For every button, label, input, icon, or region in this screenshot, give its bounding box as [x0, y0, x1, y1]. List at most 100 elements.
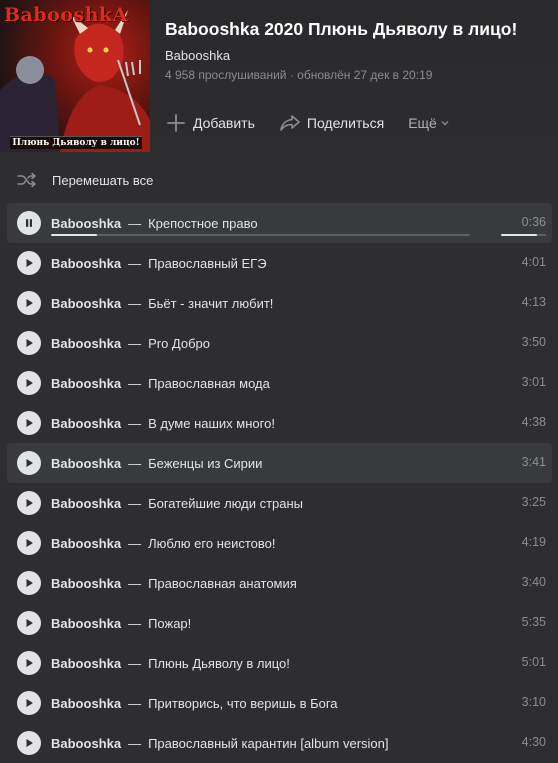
add-button[interactable]: Добавить — [165, 113, 255, 133]
track-title[interactable]: Pro Добро — [148, 336, 210, 351]
play-button[interactable] — [17, 571, 41, 595]
track-row[interactable]: Babooshka — Плюнь Дьяволу в лицо! 5:01 — [7, 643, 552, 683]
track-list: Babooshka — Крепостное право 0:36 Babooshka —… — [0, 203, 558, 763]
track-separator: — — [128, 415, 142, 431]
track-artist-link[interactable]: Babooshka — [51, 616, 121, 631]
track-separator: — — [128, 735, 142, 751]
track-separator: — — [128, 335, 142, 351]
play-icon — [26, 579, 33, 587]
shuffle-all-button[interactable]: Перемешать все — [0, 160, 558, 200]
play-button[interactable] — [17, 491, 41, 515]
track-row[interactable]: Babooshka — Православный ЕГЭ 4:01 — [7, 243, 552, 283]
add-label: Добавить — [193, 115, 255, 131]
track-title[interactable]: Крепостное право — [148, 216, 258, 231]
track-row[interactable]: Babooshka — Православная анатомия 3:40 — [7, 563, 552, 603]
track-artist-link[interactable]: Babooshka — [51, 336, 121, 351]
play-icon — [26, 339, 33, 347]
play-button[interactable] — [17, 371, 41, 395]
track-title[interactable]: Пожар! — [148, 616, 191, 631]
play-button[interactable] — [17, 331, 41, 355]
play-button[interactable] — [17, 611, 41, 635]
track-artist-link[interactable]: Babooshka — [51, 416, 121, 431]
track-title[interactable]: Православная анатомия — [148, 576, 297, 591]
share-button[interactable]: Поделиться — [279, 113, 384, 133]
track-duration: 4:30 — [521, 735, 546, 749]
track-artist-link[interactable]: Babooshka — [51, 736, 121, 751]
track-progress-bar[interactable] — [51, 234, 470, 236]
track-title[interactable]: В думе наших много! — [148, 416, 275, 431]
track-title-line: Babooshka — Пожар! — [51, 616, 191, 631]
track-artist-link[interactable]: Babooshka — [51, 536, 121, 551]
track-artist-link[interactable]: Babooshka — [51, 456, 121, 471]
track-row[interactable]: Babooshka — Беженцы из Сирии 3:41 — [7, 443, 552, 483]
track-separator: — — [128, 695, 142, 711]
track-artist-link[interactable]: Babooshka — [51, 216, 121, 231]
track-title-line: Babooshka — Люблю его неистово! — [51, 536, 276, 551]
track-row[interactable]: Babooshka — Люблю его неистово! 4:19 — [7, 523, 552, 563]
track-artist-link[interactable]: Babooshka — [51, 656, 121, 671]
track-row[interactable]: Babooshka — Православный карантин [album v… — [7, 723, 552, 763]
cover-caption: Плюнь Дьяволу в лицо! — [10, 136, 142, 149]
album-cover[interactable]: BabooshkA Плюнь Дьяволу в лицо! — [0, 0, 150, 152]
track-duration: 3:25 — [521, 495, 546, 509]
track-title[interactable]: Притворись, что веришь в Бога — [148, 696, 337, 711]
track-title-line: Babooshka — Бьёт - значит любит! — [51, 296, 273, 311]
track-row[interactable]: Babooshka — Pro Добро 3:50 — [7, 323, 552, 363]
track-title-line: Babooshka — Православный карантин [album v… — [51, 736, 389, 751]
plus-icon — [167, 114, 185, 132]
track-title[interactable]: Православный карантин [album version] — [148, 736, 388, 751]
play-icon — [26, 539, 33, 547]
album-artist-link[interactable]: Babooshka — [165, 48, 550, 63]
track-separator: — — [128, 375, 142, 391]
track-title-line: Babooshka — Притворись, что веришь в Бога — [51, 696, 338, 711]
track-row[interactable]: Babooshka — В думе наших много! 4:38 — [7, 403, 552, 443]
track-duration: 3:01 — [521, 375, 546, 389]
play-button[interactable] — [17, 291, 41, 315]
track-artist-link[interactable]: Babooshka — [51, 296, 121, 311]
track-row[interactable]: Babooshka — Крепостное право 0:36 — [7, 203, 552, 243]
track-title[interactable]: Люблю его неистово! — [148, 536, 275, 551]
track-separator: — — [128, 215, 142, 231]
track-title[interactable]: Православная мода — [148, 376, 270, 391]
album-meta: 4 958 прослушиваний · обновлён 27 дек в … — [165, 68, 433, 82]
track-title[interactable]: Православный ЕГЭ — [148, 256, 266, 271]
track-row[interactable]: Babooshka — Бьёт - значит любит! 4:13 — [7, 283, 552, 323]
track-title[interactable]: Беженцы из Сирии — [148, 456, 262, 471]
track-duration: 3:41 — [521, 455, 546, 469]
track-artist-link[interactable]: Babooshka — [51, 496, 121, 511]
track-row[interactable]: Babooshka — Пожар! 5:35 — [7, 603, 552, 643]
track-artist-link[interactable]: Babooshka — [51, 376, 121, 391]
track-row[interactable]: Babooshka — Богатейшие люди страны 3:25 — [7, 483, 552, 523]
track-artist-link[interactable]: Babooshka — [51, 576, 121, 591]
track-duration: 5:35 — [521, 615, 546, 629]
track-row[interactable]: Babooshka — Притворись, что веришь в Бога 3… — [7, 683, 552, 723]
track-separator: — — [128, 615, 142, 631]
play-button[interactable] — [17, 691, 41, 715]
track-title[interactable]: Бьёт - значит любит! — [148, 296, 273, 311]
track-artist-link[interactable]: Babooshka — [51, 696, 121, 711]
track-title-line: Babooshka — Православный ЕГЭ — [51, 256, 267, 271]
more-button[interactable]: Ещё — [408, 115, 450, 131]
play-button[interactable] — [17, 411, 41, 435]
play-button[interactable] — [17, 731, 41, 755]
volume-fill — [501, 234, 537, 236]
track-title-line: Babooshka — Православная мода — [51, 376, 270, 391]
track-duration: 4:13 — [521, 295, 546, 309]
track-artist-link[interactable]: Babooshka — [51, 256, 121, 271]
track-title-line: Babooshka — Богатейшие люди страны — [51, 496, 303, 511]
track-separator: — — [128, 255, 142, 271]
play-button[interactable] — [17, 531, 41, 555]
play-button[interactable] — [17, 451, 41, 475]
play-icon — [26, 299, 33, 307]
play-button[interactable] — [17, 251, 41, 275]
album-header: BabooshkA Плюнь Дьяволу в лицо! Babooshk… — [0, 0, 558, 152]
pause-button[interactable] — [17, 211, 41, 235]
track-title[interactable]: Богатейшие люди страны — [148, 496, 303, 511]
play-icon — [26, 379, 33, 387]
track-title[interactable]: Плюнь Дьяволу в лицо! — [148, 656, 290, 671]
track-separator: — — [128, 455, 142, 471]
track-row[interactable]: Babooshka — Православная мода 3:01 — [7, 363, 552, 403]
play-button[interactable] — [17, 651, 41, 675]
track-duration: 4:19 — [521, 535, 546, 549]
volume-slider[interactable] — [501, 234, 546, 236]
